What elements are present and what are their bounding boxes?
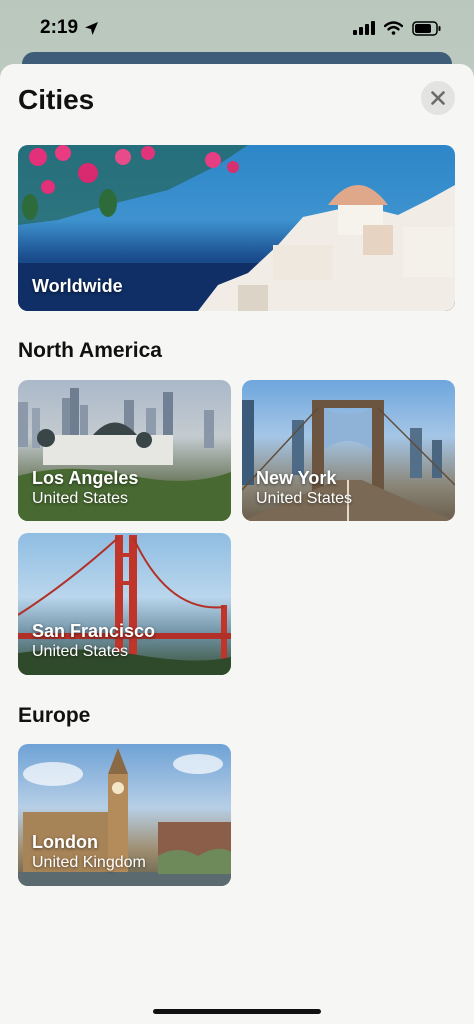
wifi-icon <box>384 21 403 35</box>
city-country: United States <box>256 490 353 507</box>
status-time: 2:19 <box>40 17 99 39</box>
cities-sheet: Cities Worldwide North America Los Angel… <box>0 64 474 1024</box>
city-name: Los Angeles <box>32 468 139 488</box>
section-title-europe: Europe <box>18 704 91 727</box>
battery-icon <box>412 20 441 36</box>
worldwide-label: Worldwide <box>32 276 123 296</box>
cellular-signal-icon <box>353 21 375 35</box>
city-card-los-angeles[interactable]: Los Angeles United States <box>18 380 231 521</box>
section-title-north-america: North America <box>18 339 162 362</box>
city-card-new-york[interactable]: New York United States <box>242 380 455 521</box>
city-country: United Kingdom <box>32 854 146 871</box>
city-name: London <box>32 832 98 852</box>
clock-text: 2:19 <box>40 17 79 38</box>
city-card-london[interactable]: London United Kingdom <box>18 744 231 886</box>
city-name: New York <box>256 468 337 488</box>
close-icon <box>431 91 445 105</box>
city-country: United States <box>32 490 129 507</box>
status-bar: 2:19 <box>0 0 474 56</box>
city-country: United States <box>32 643 129 660</box>
city-card-san-francisco[interactable]: San Francisco United States <box>18 533 231 675</box>
close-button[interactable] <box>421 81 455 115</box>
page-title: Cities <box>18 84 95 115</box>
worldwide-card[interactable]: Worldwide <box>18 145 455 311</box>
home-indicator[interactable] <box>153 1009 321 1014</box>
city-name: San Francisco <box>32 621 156 641</box>
location-arrow-icon <box>85 21 99 35</box>
